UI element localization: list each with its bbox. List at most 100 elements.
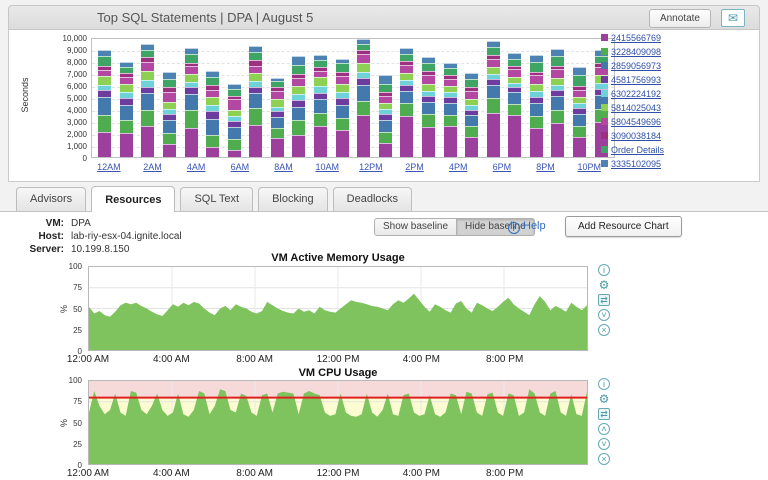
bar-x-tick-link[interactable]: 4AM [174, 162, 218, 172]
bar-segment [530, 103, 543, 116]
mail-icon[interactable]: ✉ [721, 9, 745, 27]
stacked-bar-10am[interactable] [314, 55, 327, 157]
legend-item[interactable]: 3090038184 [601, 129, 759, 142]
bar-x-tick-link[interactable]: 12PM [349, 162, 393, 172]
legend-label: 3090038184 [611, 131, 661, 141]
bar-segment [551, 96, 564, 110]
bar-segment [379, 132, 392, 143]
stacked-bar-8pm[interactable] [530, 55, 543, 157]
bar-segment [444, 68, 457, 75]
legend-item[interactable]: 3228409098 [601, 45, 759, 58]
bar-segment [422, 63, 435, 70]
add-resource-chart-button[interactable]: Add Resource Chart [565, 216, 682, 237]
help-info-icon: i [508, 222, 520, 234]
show-baseline-button[interactable]: Show baseline [374, 218, 457, 236]
bar-x-tick-link[interactable]: 8AM [262, 162, 306, 172]
bar-segment [141, 71, 154, 81]
info-icon[interactable]: i [598, 264, 610, 276]
info-label: VM: [16, 218, 64, 229]
stacked-bar-5am[interactable] [206, 71, 219, 157]
bar-x-tick-link[interactable]: 12AM [87, 162, 131, 172]
y-tick-label: 25 [58, 440, 82, 449]
legend-swatch [601, 76, 608, 83]
bar-segment [357, 54, 370, 64]
bar-segment [573, 137, 586, 157]
gear-icon[interactable]: ⚙ [598, 279, 610, 291]
stacked-bar-2am[interactable] [141, 44, 154, 157]
tab-deadlocks[interactable]: Deadlocks [333, 187, 412, 211]
stacked-bar-10pm[interactable] [573, 67, 586, 157]
annotate-button[interactable]: Annotate [649, 9, 711, 28]
legend-item[interactable]: 6302224192 [601, 87, 759, 100]
bar-x-tick-link[interactable]: 4PM [436, 162, 480, 172]
bar-segment [444, 103, 457, 115]
legend-swatch [601, 160, 608, 167]
stacked-bar-4pm[interactable] [444, 63, 457, 157]
help-link[interactable]: iHelp [508, 220, 546, 234]
legend-item[interactable]: 2415566769 [601, 31, 759, 44]
stacked-bar-3pm[interactable] [422, 57, 435, 157]
stacked-bar-6pm[interactable] [487, 41, 500, 157]
bar-segment [336, 63, 349, 71]
bar-segment [487, 113, 500, 157]
stacked-bar-1am[interactable] [120, 62, 133, 157]
tab-sql-text[interactable]: SQL Text [180, 187, 253, 211]
move-down-icon[interactable]: ˅ [598, 309, 610, 321]
bar-segment [141, 93, 154, 110]
stacked-bar-12am[interactable] [98, 50, 111, 157]
stacked-bar-7pm[interactable] [508, 53, 521, 157]
stacked-bar-7am[interactable] [249, 46, 262, 157]
stacked-bar-12pm[interactable] [357, 39, 370, 157]
close-icon[interactable]: × [598, 453, 610, 465]
gear-icon[interactable]: ⚙ [598, 393, 610, 405]
move-down-icon[interactable]: ˅ [598, 438, 610, 450]
bar-x-tick-link[interactable]: 10AM [305, 162, 349, 172]
bar-segment [292, 100, 305, 107]
move-up-icon[interactable]: ˄ [598, 423, 610, 435]
cpu-chart-x-axis: 12:00 AM4:00 AM8:00 AM12:00 PM4:00 PM8:0… [88, 468, 588, 480]
bar-x-tick-link[interactable]: 2AM [131, 162, 175, 172]
stacked-bar-5pm[interactable] [465, 73, 478, 157]
bar-x-tick-link[interactable]: 8PM [524, 162, 568, 172]
bar-segment [422, 127, 435, 157]
y-tick-label: 75 [58, 397, 82, 406]
stacked-bar-3am[interactable] [163, 72, 176, 157]
stacked-bar-6am[interactable] [228, 84, 241, 157]
bar-x-tick-link[interactable]: 2PM [393, 162, 437, 172]
stacked-bar-8am[interactable] [271, 78, 284, 157]
bar-segment [530, 75, 543, 83]
legend-item[interactable]: 5804549696 [601, 115, 759, 128]
bar-segment [185, 74, 198, 82]
bar-segment [465, 115, 478, 126]
tab-blocking[interactable]: Blocking [258, 187, 328, 211]
stacked-bar-4am[interactable] [185, 48, 198, 157]
info-icon[interactable]: i [598, 378, 610, 390]
bar-segment [249, 73, 262, 81]
legend-item[interactable]: 5814025043 [601, 101, 759, 114]
stacked-bar-9pm[interactable] [551, 49, 564, 157]
legend-item[interactable]: Order Details [601, 143, 759, 156]
cpu-chart-title: VM CPU Usage [88, 367, 588, 379]
bar-x-tick-link[interactable]: 6AM [218, 162, 262, 172]
bar-segment [379, 120, 392, 132]
legend-item[interactable]: 2859056973 [601, 59, 759, 72]
bar-segment [422, 114, 435, 127]
resources-tab-content: VM:DPAHost:lab-riy-esx-04.ignite.localSe… [0, 212, 768, 480]
legend-item[interactable]: 3335102095 [601, 157, 759, 170]
tab-advisors[interactable]: Advisors [16, 187, 86, 211]
stacked-bar-9am[interactable] [292, 56, 305, 157]
legend-item[interactable]: 4581756993 [601, 73, 759, 86]
close-icon[interactable]: × [598, 324, 610, 336]
bar-segment [357, 101, 370, 115]
memory-chart-y-axis-label: % [59, 305, 69, 313]
tab-resources[interactable]: Resources [91, 186, 175, 212]
bar-segment [314, 113, 327, 126]
stacked-bar-11am[interactable] [336, 59, 349, 157]
bar-chart-y-axis-label: Seconds [20, 65, 30, 125]
pan-horizontal-icon[interactable]: ⇄ [598, 408, 610, 420]
stacked-bar-2pm[interactable] [400, 48, 413, 157]
bar-x-tick-link[interactable]: 6PM [480, 162, 524, 172]
stacked-bar-1pm[interactable] [379, 75, 392, 157]
pan-horizontal-icon[interactable]: ⇄ [598, 294, 610, 306]
bar-segment [98, 115, 111, 132]
